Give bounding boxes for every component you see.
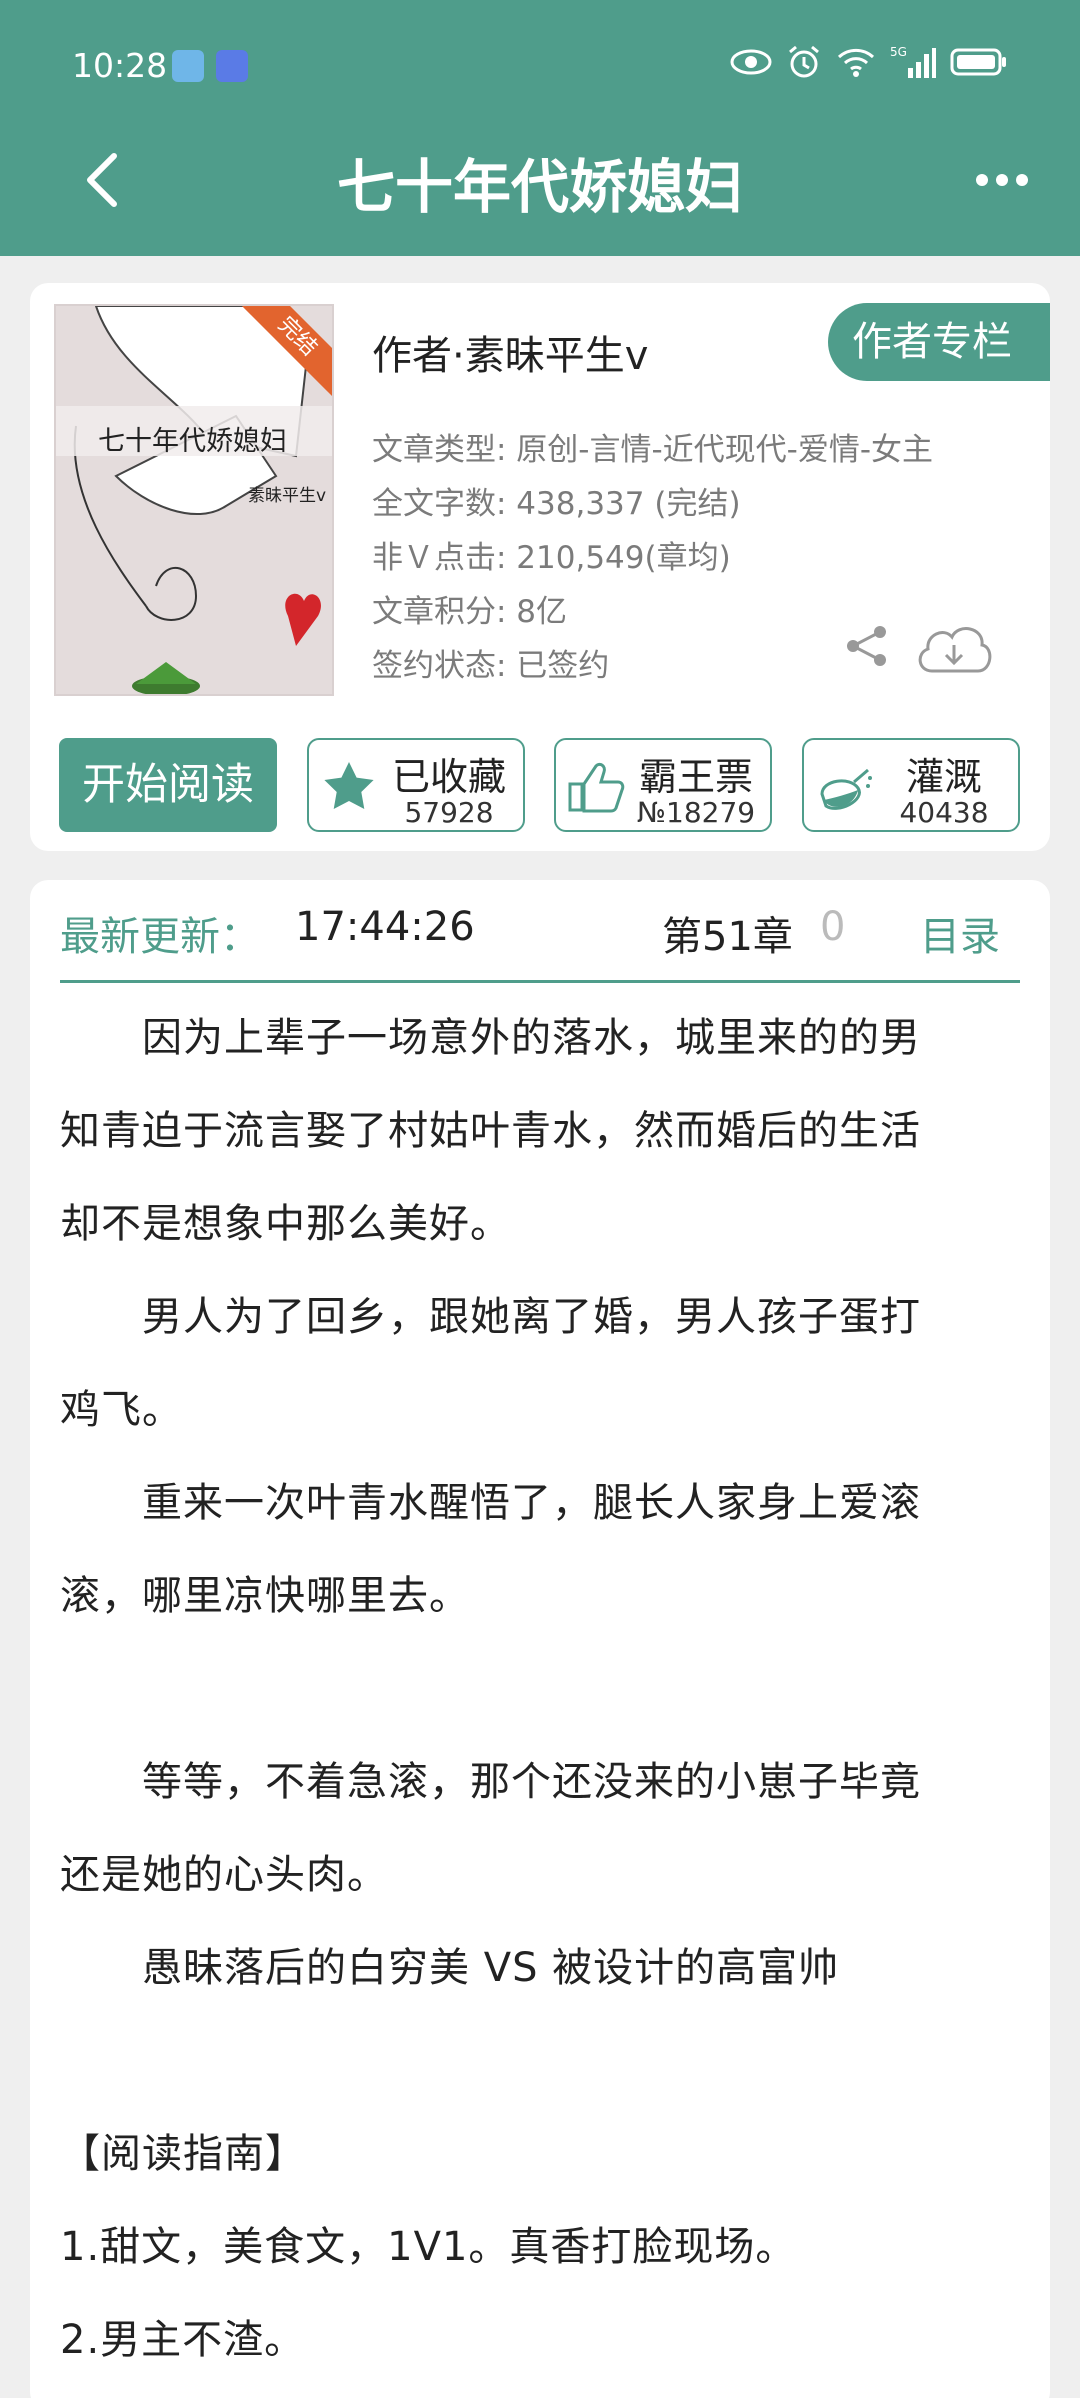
latest-update-label: 最新更新： [60, 914, 260, 960]
water-label: 灌溉 [905, 755, 982, 799]
app-header: 10:28 5G 七十年代娇媳妇 [0, 0, 1080, 256]
meta-type: 文章类型: 原创-言情-近代现代-爱情-女主 [372, 432, 934, 468]
synopsis-line: 知青迫于流言娶了村姑叶青水，然而婚后的生活 [60, 1108, 921, 1154]
synopsis-line: 因为上辈子一场意外的落水，城里来的的男 [60, 1015, 921, 1061]
download-cloud-icon[interactable] [914, 621, 994, 679]
author-name[interactable]: 作者·素昧平生v [372, 323, 648, 381]
share-icon[interactable] [844, 623, 890, 669]
wifi-icon [837, 48, 875, 77]
synopsis-line: 滚，哪里凉快哪里去。 [60, 1573, 470, 1619]
battery-icon [950, 48, 1006, 76]
water-count: 40438 [899, 796, 989, 829]
intro-card: 最新更新： 17:44:26 第51章 0 目录 因为上辈子一场意外的落水，城里… [30, 880, 1050, 2398]
book-cover[interactable]: 七十年代娇媳妇 素昧平生v 完结 [54, 304, 334, 696]
ticket-count: №18279 [636, 796, 756, 829]
synopsis-line [60, 1643, 1028, 1736]
eye-icon [730, 49, 772, 75]
svg-text:5G: 5G [890, 45, 907, 59]
cover-author: 素昧平生v [248, 486, 327, 506]
synopsis-line: 男人为了回乡，跟她离了婚，男人孩子蛋打 [60, 1294, 921, 1340]
taobao-app-icon [216, 50, 248, 82]
synopsis-line: 【阅读指南】 [60, 2131, 306, 2177]
collect-count: 57928 [404, 796, 494, 829]
meta-words: 全文字数: 438,337 (完结) [372, 486, 741, 522]
ticket-button[interactable]: 霸王票 №18279 [554, 738, 772, 832]
star-icon [324, 762, 374, 809]
synopsis-line: 愚昧落后的白穷美 VS 被设计的高富帅 [60, 1945, 840, 1991]
divider [60, 980, 1020, 983]
more-options-icon[interactable] [974, 165, 1030, 195]
ticket-label: 霸王票 [638, 755, 753, 799]
meta-clicks: 非Ｖ点击: 210,549(章均) [372, 540, 731, 576]
collect-label: 已收藏 [391, 755, 506, 799]
water-button[interactable]: 灌溉 40438 [802, 738, 1020, 832]
start-reading-button[interactable]: 开始阅读 [59, 738, 277, 832]
reader-app-icon [172, 50, 204, 82]
alarm-icon [789, 45, 819, 78]
latest-update-time: 17:44:26 [295, 904, 475, 950]
synopsis-line: 还是她的心头肉。 [60, 1852, 388, 1898]
page-title: 七十年代娇媳妇 [336, 153, 743, 221]
cover-title: 七十年代娇媳妇 [98, 426, 287, 457]
book-synopsis: 因为上辈子一场意外的落水，城里来的的男 知青迫于流言娶了村姑叶青水，然而婚后的生活… [60, 992, 1028, 2387]
synopsis-line [60, 2015, 1028, 2108]
synopsis-line: 鸡飞。 [60, 1387, 183, 1433]
synopsis-line: 等等，不着急滚，那个还没来的小崽子毕竟 [60, 1759, 921, 1805]
catalog-button[interactable]: 目录 [920, 904, 1000, 962]
thumbs-up-icon [568, 762, 625, 813]
synopsis-line: 却不是想象中那么美好。 [60, 1201, 511, 1247]
nutrient-bottle-icon [820, 768, 872, 810]
status-time: 10:28 [72, 46, 168, 85]
synopsis-line: 1.甜文，美食文，1V1。真香打脸现场。 [60, 2224, 797, 2270]
collect-button[interactable]: 已收藏 57928 [307, 738, 525, 832]
synopsis-line: 2.男主不渣。 [60, 2317, 306, 2363]
book-info-card: 七十年代娇媳妇 素昧平生v 完结 作者·素昧平生v 作者专栏 文章类型: 原创-… [30, 283, 1050, 851]
signal-5g-icon: 5G [890, 45, 936, 78]
latest-chapter-link[interactable]: 第51章 [662, 904, 793, 962]
author-column-button[interactable]: 作者专栏 [828, 303, 1050, 381]
status-icons: 5G [730, 44, 1008, 80]
synopsis-line: 重来一次叶青水醒悟了，腿长人家身上爱滚 [60, 1480, 921, 1526]
latest-chapter-suffix: 0 [820, 904, 846, 950]
